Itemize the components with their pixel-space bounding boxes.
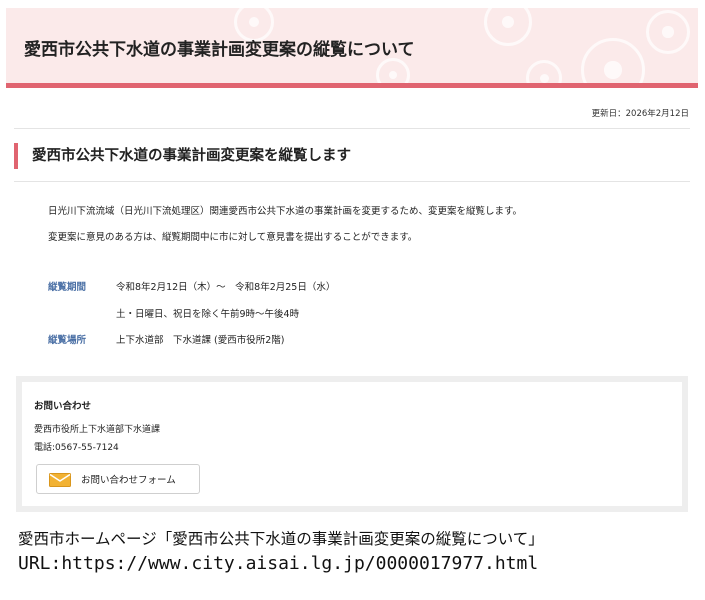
lotus-decoration-icon	[376, 58, 410, 83]
period-value: 令和8年2月12日（木）～ 令和8年2月25日（水）	[116, 282, 336, 293]
contact-box: お問い合わせ 愛西市役所上下水道部下水道課 電話:0567-55-7124 お問…	[16, 376, 688, 512]
lotus-decoration-icon	[646, 10, 690, 54]
page-title: 愛西市公共下水道の事業計画変更案の縦覧について	[24, 40, 415, 60]
lotus-decoration-icon	[484, 8, 532, 46]
intro-paragraph-1: 日光川下流流域（日光川下流処理区）関連愛西市公共下水道の事業計画を変更するため、…	[48, 206, 523, 217]
place-label: 縦覧場所	[48, 335, 87, 346]
period-note: 土・日曜日、祝日を除く午前9時～午後4時	[116, 309, 300, 320]
lotus-decoration-icon	[526, 60, 562, 83]
caption-url[interactable]: URL:https://www.city.aisai.lg.jp/0000017…	[18, 553, 538, 574]
contact-phone: 電話:0567-55-7124	[34, 443, 119, 453]
lotus-decoration-icon	[581, 38, 645, 83]
page-header: 愛西市公共下水道の事業計画変更案の縦覧について	[6, 8, 698, 88]
contact-form-button[interactable]: お問い合わせフォーム	[36, 464, 200, 494]
contact-title: お問い合わせ	[34, 401, 92, 412]
caption-homepage-line: 愛西市ホームページ「愛西市公共下水道の事業計画変更案の縦覧について」	[18, 530, 544, 548]
section-heading: 愛西市公共下水道の事業計画変更案を縦覧します	[14, 143, 351, 169]
updated-date: 更新日：2026年2月12日	[591, 109, 689, 119]
contact-department: 愛西市役所上下水道部下水道課	[34, 425, 161, 435]
period-label: 縦覧期間	[48, 282, 87, 293]
intro-paragraph-2: 変更案に意見のある方は、縦覧期間中に市に対して意見書を提出することができます。	[48, 232, 418, 243]
mail-icon	[49, 472, 71, 487]
place-value: 上下水道部 下水道課 (愛西市役所2階)	[116, 335, 285, 346]
divider	[14, 128, 690, 129]
contact-form-button-label: お問い合わせフォーム	[81, 475, 176, 486]
divider	[14, 181, 690, 182]
